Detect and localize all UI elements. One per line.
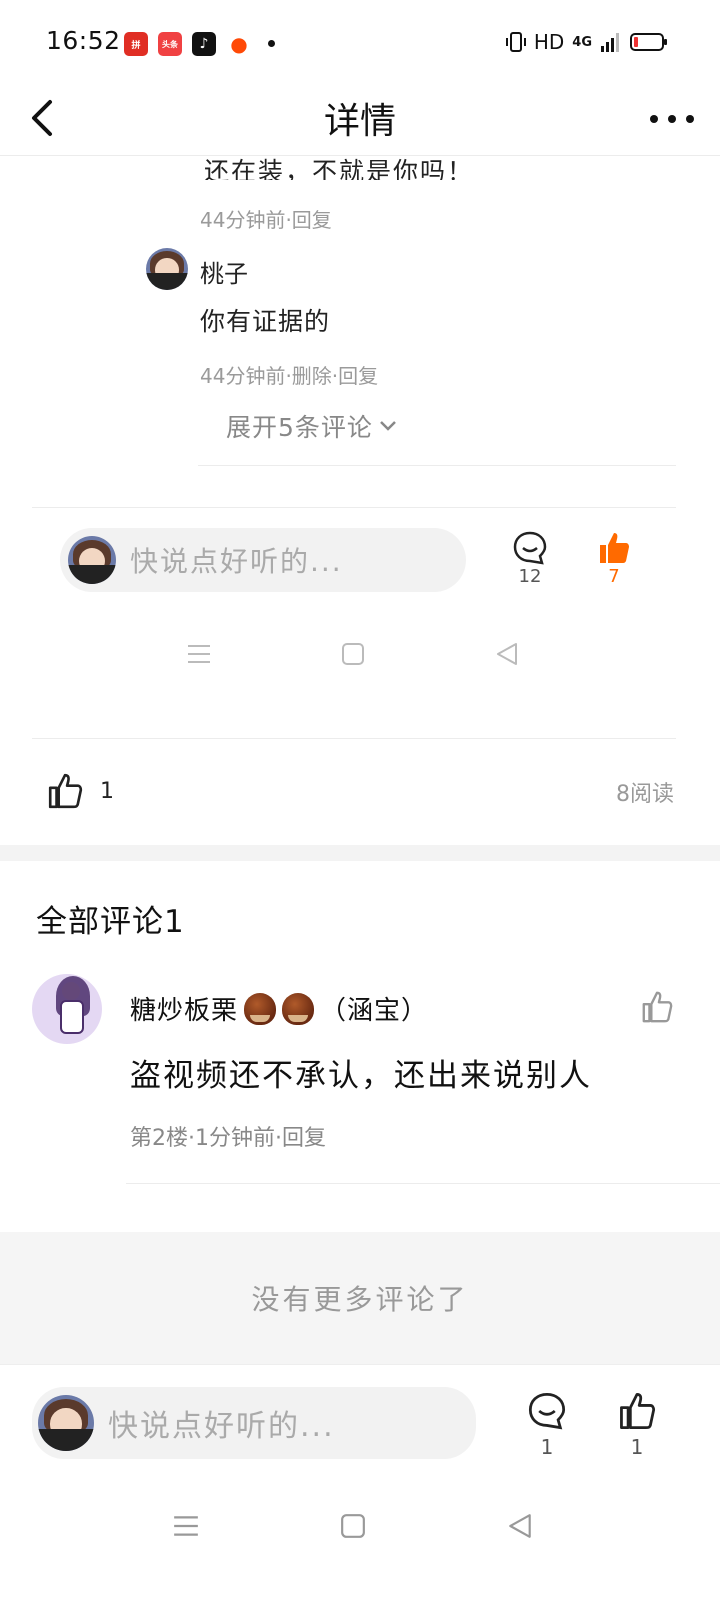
post-like-count: 1: [100, 778, 114, 804]
like-button[interactable]: 1: [614, 1391, 660, 1459]
post-like-button[interactable]: 1: [46, 772, 114, 810]
status-indicators: HD 4G: [505, 30, 667, 54]
notification-dot-icon: [268, 40, 275, 47]
bottom-bar: 快说点好听的... 1 1: [0, 1364, 720, 1600]
reply-meta: 44分钟前·删除·回复: [200, 364, 379, 388]
page-title: 详情: [323, 101, 396, 142]
thumbs-up-icon: [642, 991, 673, 1023]
home-icon[interactable]: [340, 1513, 366, 1539]
status-bar: 16:52 拼 头条 ♪ ● HD 4G: [0, 0, 720, 86]
divider: [198, 465, 676, 466]
embedded-like-count: 7: [592, 530, 636, 587]
thumbs-up-icon: [620, 1392, 656, 1430]
embedded-comment-input: 快说点好听的...: [60, 528, 466, 592]
more-dot-icon: [668, 115, 676, 123]
post-stats-row: 1 8阅读: [0, 740, 720, 845]
comment-text: 盗视频还不承认，还出来说别人: [130, 1058, 592, 1094]
comment-author-name: 糖炒板栗: [130, 996, 239, 1026]
battery-icon: [630, 33, 667, 51]
menu-icon: [188, 645, 210, 663]
douyin-icon: ♪: [192, 32, 216, 56]
thumbs-up-filled-icon: [600, 533, 629, 563]
comment-meta: 第2楼·1分钟前·回复: [130, 1126, 326, 1151]
thumbs-up-icon: [48, 773, 83, 809]
comment-like-button[interactable]: [640, 990, 676, 1026]
avatar: [38, 1395, 94, 1451]
more-button[interactable]: [650, 102, 694, 136]
more-dot-icon: [686, 115, 694, 123]
comment-count-button[interactable]: 1: [524, 1391, 570, 1459]
reply-author: 桃子: [200, 260, 248, 288]
like-count: 1: [630, 1435, 644, 1459]
comment-author-suffix: （涵宝）: [320, 996, 429, 1026]
avatar[interactable]: [32, 974, 102, 1044]
divider: [126, 1183, 720, 1184]
comment-icon: [513, 531, 547, 565]
reply-text: 你有证据的: [200, 307, 331, 336]
clipped-comment-text: 还在装，不就是你吗！: [204, 157, 475, 180]
system-nav-bar: [172, 1511, 534, 1541]
hd-label: HD: [533, 30, 565, 54]
status-time: 16:52: [46, 26, 121, 55]
back-triangle-icon[interactable]: [506, 1512, 534, 1540]
pinduoduo-icon: 拼: [124, 32, 148, 56]
comment-author[interactable]: 糖炒板栗 （涵宝）: [130, 990, 428, 1027]
chevron-down-icon: [380, 421, 396, 431]
comment-input[interactable]: 快说点好听的...: [32, 1387, 476, 1459]
embedded-input-placeholder: 快说点好听的...: [130, 545, 343, 578]
menu-icon[interactable]: [172, 1513, 200, 1539]
embedded-system-nav: [186, 640, 520, 668]
expand-replies-label: 展开5条评论: [226, 413, 373, 442]
read-count: 8阅读: [616, 782, 674, 807]
back-triangle-icon: [497, 643, 517, 665]
embedded-comment-meta: 44分钟前·回复: [200, 208, 332, 232]
avatar: [68, 536, 116, 584]
divider: [32, 738, 676, 739]
comment-count: 1: [540, 1435, 554, 1459]
comment-icon: [528, 1392, 566, 1430]
signal-icon: [601, 33, 619, 52]
comment-input-placeholder: 快说点好听的...: [108, 1409, 335, 1444]
embedded-comment-count: 12: [508, 530, 552, 587]
no-more-comments: 没有更多评论了: [0, 1232, 720, 1364]
network-type-label: 4G: [572, 34, 592, 50]
more-dot-icon: [650, 115, 658, 123]
section-separator: [0, 845, 720, 861]
chestnut-emoji-icon: [244, 992, 277, 1025]
avatar: [146, 248, 188, 290]
home-icon: [342, 643, 364, 665]
divider: [32, 507, 676, 508]
comments-title: 全部评论1: [36, 904, 185, 940]
toutiao-icon: 头条: [158, 32, 182, 56]
chestnut-emoji-icon: [282, 992, 315, 1025]
vibrate-icon: [505, 32, 526, 52]
expand-replies-button[interactable]: 展开5条评论: [226, 408, 397, 444]
kuaishou-icon: ●: [227, 32, 251, 56]
